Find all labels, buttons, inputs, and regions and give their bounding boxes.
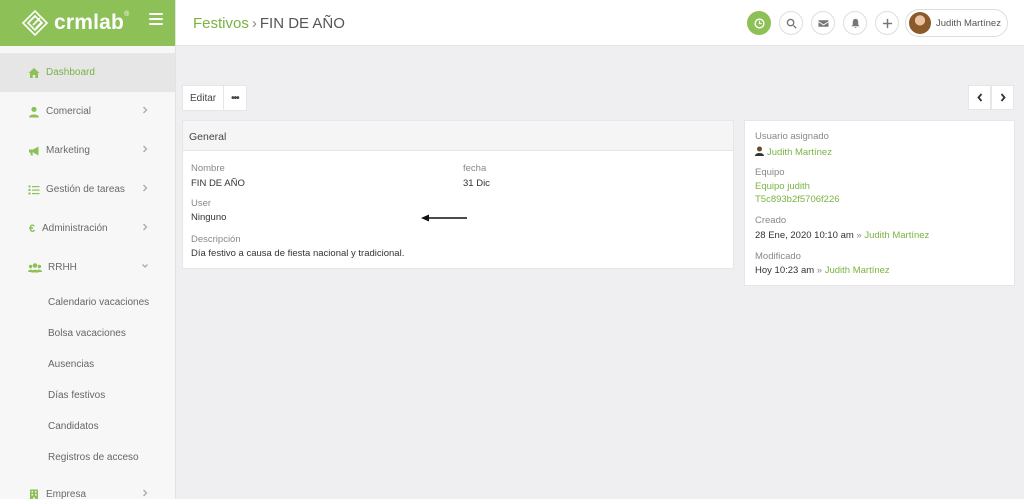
- previous-record-button[interactable]: [968, 85, 991, 110]
- edit-button[interactable]: Editar: [183, 86, 223, 110]
- user-label: User: [191, 198, 212, 209]
- chevron-down-icon: [141, 261, 149, 271]
- crmlab-logo-icon[interactable]: [21, 9, 49, 37]
- clock-icon: [753, 17, 765, 29]
- notifications-button[interactable]: [843, 11, 867, 35]
- chevron-right-icon: [141, 183, 149, 193]
- sidebar-item-comercial[interactable]: Comercial: [0, 92, 175, 131]
- user-name: Judith Martínez: [936, 17, 1001, 29]
- assigned-user-link[interactable]: Judith Martínez: [767, 147, 832, 158]
- breadcrumb-festivos-link[interactable]: Festivos: [193, 15, 249, 32]
- assigned-user-label: Usuario asignado: [755, 131, 829, 142]
- task-list-icon: [28, 184, 40, 196]
- sidebar-item-label: RRHH: [48, 262, 77, 273]
- sidebar-item-gestion-tareas[interactable]: Gestión de tareas: [0, 170, 175, 209]
- modified-by-link[interactable]: Judith Martínez: [825, 265, 890, 276]
- date-value: 31 Dic: [463, 178, 490, 189]
- search-button[interactable]: [779, 11, 803, 35]
- sidebar-item-administracion[interactable]: € Administración: [0, 209, 175, 248]
- user-avatar-icon: [755, 146, 764, 156]
- sidebar-item-label: Empresa: [46, 489, 87, 499]
- sidebar-item-label: Gestión de tareas: [46, 184, 125, 195]
- user-menu[interactable]: Judith Martínez: [905, 9, 1008, 37]
- sidebar-item-label: Administración: [42, 223, 108, 234]
- sidebar-item-label: Dashboard: [46, 67, 95, 78]
- bell-icon: [850, 18, 860, 28]
- modified-date: Hoy 10:23 am: [755, 265, 815, 276]
- created-date: 28 Ene, 2020 10:10 am: [755, 230, 854, 241]
- description-label: Descripción: [191, 234, 241, 245]
- sidebar-item-rrhh[interactable]: RRHH: [0, 248, 175, 287]
- user-value: Ninguno: [191, 212, 227, 223]
- chevron-right-icon: [141, 488, 149, 498]
- home-icon: [28, 67, 40, 79]
- sidebar: crmlab® Dashboard Comercial Marketing Ge…: [0, 0, 176, 499]
- building-icon: [28, 489, 40, 499]
- sidebar-item-marketing[interactable]: Marketing: [0, 131, 175, 170]
- created-separator: »: [856, 230, 862, 241]
- sidebar-item-label: Comercial: [46, 106, 92, 117]
- date-label: fecha: [463, 163, 487, 174]
- megaphone-icon: [28, 145, 40, 157]
- sidebar-subitem-ausencias[interactable]: Ausencias: [0, 349, 175, 380]
- page-title: FIN DE AÑO: [259, 15, 345, 32]
- record-info-panel: Usuario asignado Judith Martínez Equipo …: [744, 120, 1015, 286]
- user-icon: [28, 106, 40, 118]
- plus-icon: [882, 18, 892, 28]
- sidebar-subitem-dias-festivos[interactable]: Días festivos: [0, 380, 175, 411]
- name-label: Nombre: [191, 163, 225, 174]
- chevron-left-icon: [976, 93, 982, 102]
- name-value: FIN DE AÑO: [191, 178, 245, 189]
- assigned-user: Judith Martínez: [755, 146, 832, 158]
- record-pager: [968, 85, 1014, 110]
- envelope-icon: [817, 19, 829, 27]
- record-action-bar: Editar •••: [182, 85, 247, 111]
- team-link[interactable]: Equipo judith: [755, 181, 810, 192]
- breadcrumb: Festivos › FIN DE AÑO: [193, 15, 345, 32]
- chevron-right-icon: [141, 144, 149, 154]
- sidebar-subitem-registros-acceso[interactable]: Registros de acceso: [0, 442, 175, 473]
- euro-icon: €: [28, 222, 36, 235]
- next-record-button[interactable]: [991, 85, 1014, 110]
- chevron-right-icon: [1000, 93, 1006, 102]
- sidebar-subitem-candidatos[interactable]: Candidatos: [0, 411, 175, 442]
- team-label: Equipo: [755, 167, 785, 178]
- sidebar-subitem-bolsa-vacaciones[interactable]: Bolsa vacaciones: [0, 318, 175, 349]
- users-icon: [28, 262, 42, 274]
- clock-button[interactable]: [747, 11, 771, 35]
- chevron-right-icon: [141, 222, 149, 232]
- general-panel: General Nombre FIN DE AÑO fecha 31 Dic U…: [182, 120, 734, 269]
- team-id-link[interactable]: T5c893b2f5706f226: [755, 194, 840, 205]
- general-panel-title: General: [183, 121, 733, 151]
- sidebar-subitem-calendario-vacaciones[interactable]: Calendario vacaciones: [0, 287, 175, 318]
- topbar: Festivos › FIN DE AÑO Judith Martínez: [176, 0, 1024, 46]
- sidebar-item-label: Marketing: [46, 145, 90, 156]
- chevron-right-icon: [141, 105, 149, 115]
- brand-bar: crmlab®: [0, 0, 175, 46]
- sidebar-item-dashboard[interactable]: Dashboard: [0, 53, 175, 92]
- avatar: [909, 12, 931, 34]
- messages-button[interactable]: [811, 11, 835, 35]
- modified-label: Modificado: [755, 251, 801, 262]
- brand-name: crmlab®: [54, 11, 130, 34]
- created-label: Creado: [755, 215, 787, 226]
- created-by-link[interactable]: Judith Martínez: [864, 230, 929, 241]
- modified-separator: »: [816, 265, 823, 276]
- breadcrumb-separator: ›: [251, 15, 257, 32]
- arrow-annotation-icon: [421, 214, 467, 222]
- add-button[interactable]: [875, 11, 899, 35]
- description-value: Día festivo a causa de fiesta nacional y…: [191, 248, 405, 259]
- hamburger-menu-icon[interactable]: [149, 13, 163, 27]
- search-icon: [786, 18, 797, 29]
- modified-value: Hoy 10:23 am » Judith Martínez: [755, 265, 890, 276]
- more-actions-button[interactable]: •••: [223, 86, 246, 110]
- created-value: 28 Ene, 2020 10:10 am » Judith Martínez: [755, 230, 929, 241]
- sidebar-item-empresa[interactable]: Empresa: [0, 475, 175, 499]
